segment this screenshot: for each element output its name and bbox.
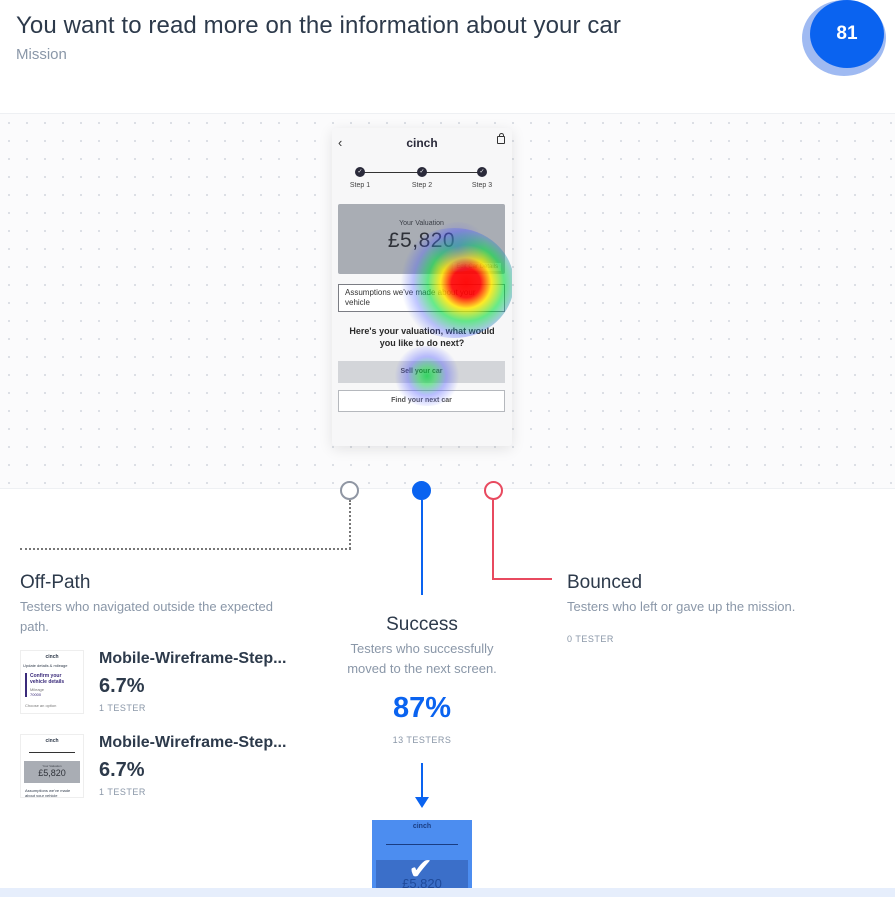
next-screen-arrow (421, 763, 423, 799)
off-path-percentage: 6.7% (99, 675, 145, 697)
success-percentage: 87% (392, 692, 452, 724)
phone-header: ‹ cinch (332, 128, 512, 158)
edit-car-details-link[interactable]: Edit Car Details (453, 263, 501, 271)
bounced-title: Bounced (567, 572, 643, 593)
find-car-button[interactable]: Find your next car (338, 390, 505, 412)
off-path-tester-count: 1 TESTER (99, 703, 146, 713)
mission-title: You want to read more on the information… (16, 12, 621, 39)
off-path-thumbnail: cinch Update details & mileage Confirm y… (20, 650, 84, 714)
off-path-item[interactable]: cinch Update details & mileage Confirm y… (20, 650, 310, 720)
next-screen-brand: cinch (412, 823, 432, 830)
phone-brand: cinch (406, 136, 438, 150)
off-path-item[interactable]: cinch Your Valuation £5,820 Assumptions … (20, 734, 310, 804)
mission-subtitle: Mission (16, 46, 67, 63)
off-path-thumbnail: cinch Your Valuation £5,820 Assumptions … (20, 734, 84, 798)
score-value: 81 (810, 0, 884, 68)
success-node[interactable] (412, 481, 431, 500)
bounced-connector (492, 500, 494, 580)
step-3: ✓ Step 3 (471, 167, 493, 189)
bounced-node[interactable] (484, 481, 503, 500)
step-1: ✓ Step 1 (349, 167, 371, 189)
off-path-tester-count: 1 TESTER (99, 787, 146, 797)
mission-header: You want to read more on the information… (16, 12, 621, 63)
bounced-tester-count: 0 TESTER (567, 634, 614, 644)
off-path-connector (349, 500, 351, 549)
off-path-node[interactable] (340, 481, 359, 500)
lock-icon (497, 133, 505, 144)
off-path-screen-name: Mobile-Wireframe-Step... (99, 650, 287, 667)
next-step-question: Here's your valuation, what would you li… (349, 326, 495, 348)
success-description: Testers who successfully moved to the ne… (347, 641, 497, 676)
bounced-description: Testers who left or gave up the mission. (567, 599, 796, 614)
step-2: ✓ Step 2 (411, 167, 433, 189)
next-screen-thumbnail[interactable]: cinch £5,820 ✔ (372, 820, 472, 897)
arrow-down-icon (415, 797, 429, 808)
sell-car-button[interactable]: Sell your car (338, 361, 505, 383)
valuation-amount: £5,820 (387, 229, 456, 252)
score-badge: 81 (802, 0, 888, 76)
heatmap-screen[interactable]: ‹ cinch ✓ Step 1 ✓ Step 2 ✓ Step 3 Your Val… (332, 128, 512, 446)
off-path-screen-name: Mobile-Wireframe-Step... (99, 734, 287, 751)
valuation-label: Your Valuation (399, 220, 444, 227)
off-path-title: Off-Path (20, 572, 91, 593)
step-progress: ✓ Step 1 ✓ Step 2 ✓ Step 3 (332, 158, 512, 194)
success-tester-count: 13 TESTERS (392, 735, 452, 745)
off-path-connector-horizontal (20, 548, 351, 550)
bottom-bar (0, 888, 895, 897)
assumptions-accordion[interactable]: Assumptions we've made about your vehicl… (338, 284, 505, 312)
off-path-description: Testers who navigated outside the expect… (20, 599, 273, 634)
bounced-connector-horizontal (492, 578, 552, 580)
off-path-percentage: 6.7% (99, 759, 145, 781)
checkmark-icon: ✔ (408, 853, 434, 886)
success-title: Success (386, 614, 458, 635)
success-connector (421, 500, 423, 595)
valuation-card: Your Valuation £5,820 Edit Car Details (338, 204, 505, 274)
